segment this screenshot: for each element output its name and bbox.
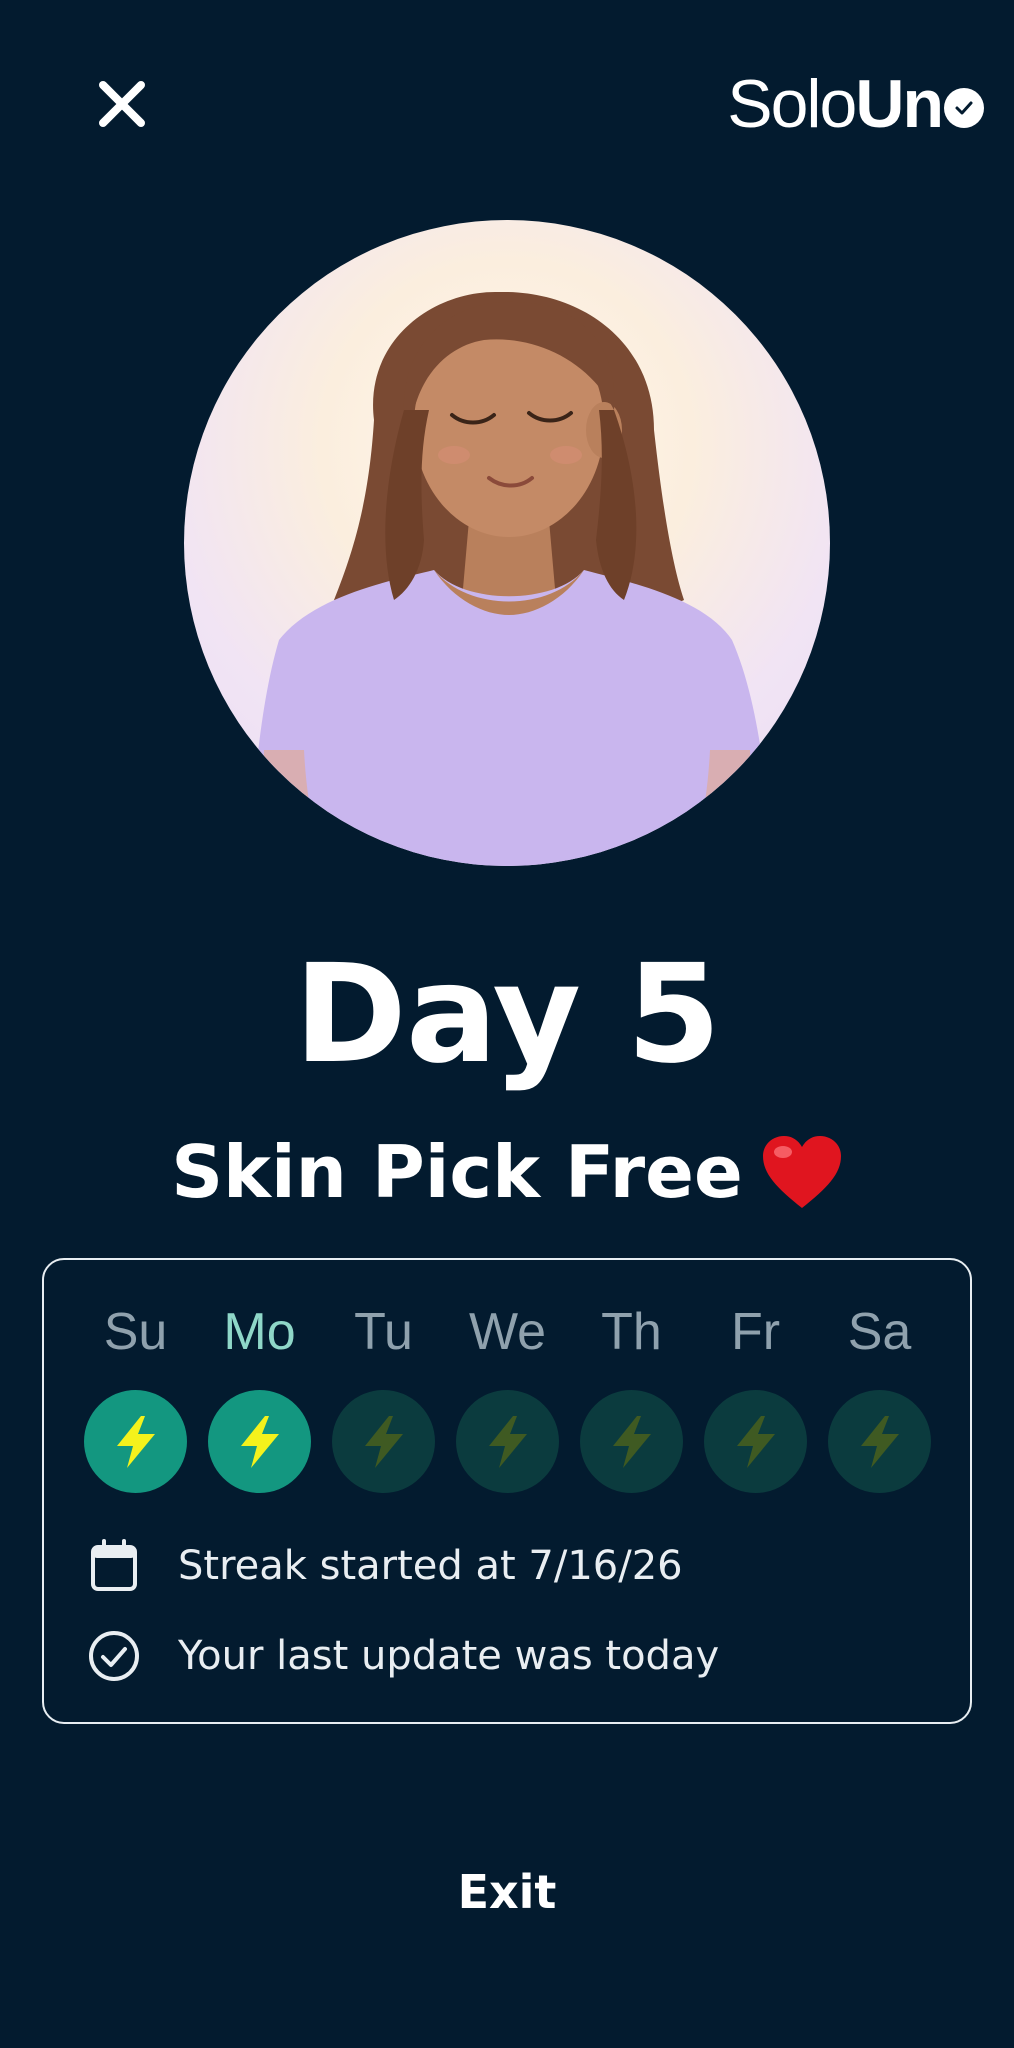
day-wednesday: We	[456, 1302, 559, 1493]
day-friday: Fr	[704, 1302, 807, 1493]
lightning-icon	[736, 1415, 775, 1468]
lightning-icon	[860, 1415, 899, 1468]
close-button[interactable]	[88, 70, 156, 138]
day-tuesday: Tu	[332, 1302, 435, 1493]
logo-text-bold: Un	[855, 66, 944, 142]
day-status-done	[84, 1390, 187, 1493]
heart-icon	[762, 1136, 841, 1208]
day-status-pending	[332, 1390, 435, 1493]
day-status-pending	[704, 1390, 807, 1493]
habit-name: Skin Pick Free	[171, 1130, 743, 1214]
day-label: Sa	[847, 1303, 912, 1361]
day-status-pending	[456, 1390, 559, 1493]
streak-day-title: Day 5	[293, 936, 721, 1094]
day-thursday: Th	[580, 1302, 683, 1493]
brand-logo: Solo Un	[727, 66, 984, 142]
calendar-icon	[86, 1538, 142, 1594]
habit-subtitle: Skin Pick Free	[0, 1128, 1014, 1216]
day-label: Su	[103, 1303, 168, 1361]
streak-start-row: Streak started at 7/16/26	[86, 1538, 683, 1594]
week-tracker: Su Mo Tu We Th Fr Sa	[84, 1302, 931, 1493]
day-monday: Mo	[208, 1302, 311, 1493]
last-update-row: Your last update was today	[86, 1628, 719, 1684]
day-label: Th	[601, 1303, 662, 1361]
lightning-icon	[240, 1415, 279, 1468]
day-status-done	[208, 1390, 311, 1493]
logo-text-light: Solo	[727, 66, 857, 142]
day-label: Fr	[730, 1303, 781, 1361]
day-sunday: Su	[84, 1302, 187, 1493]
meditating-woman-illustration	[248, 291, 772, 866]
lightning-icon	[116, 1415, 155, 1468]
lightning-icon	[612, 1415, 651, 1468]
day-label: Mo	[223, 1303, 296, 1361]
logo-check-icon	[944, 88, 984, 128]
day-saturday: Sa	[828, 1302, 931, 1493]
streak-start-text: Streak started at 7/16/26	[178, 1543, 683, 1589]
lightning-icon	[364, 1415, 403, 1468]
day-label: We	[468, 1303, 547, 1361]
exit-button[interactable]: Exit	[407, 1852, 607, 1932]
day-status-pending	[828, 1390, 931, 1493]
lightning-icon	[488, 1415, 527, 1468]
streak-screen: Solo Un Day 5 Skin Pick Free Su Mo Tu We…	[0, 0, 1014, 2048]
close-icon	[99, 81, 145, 127]
day-status-pending	[580, 1390, 683, 1493]
day-label: Tu	[354, 1303, 413, 1361]
last-update-text: Your last update was today	[178, 1633, 720, 1679]
hero-avatar	[184, 220, 830, 866]
check-circle-icon	[86, 1628, 142, 1684]
